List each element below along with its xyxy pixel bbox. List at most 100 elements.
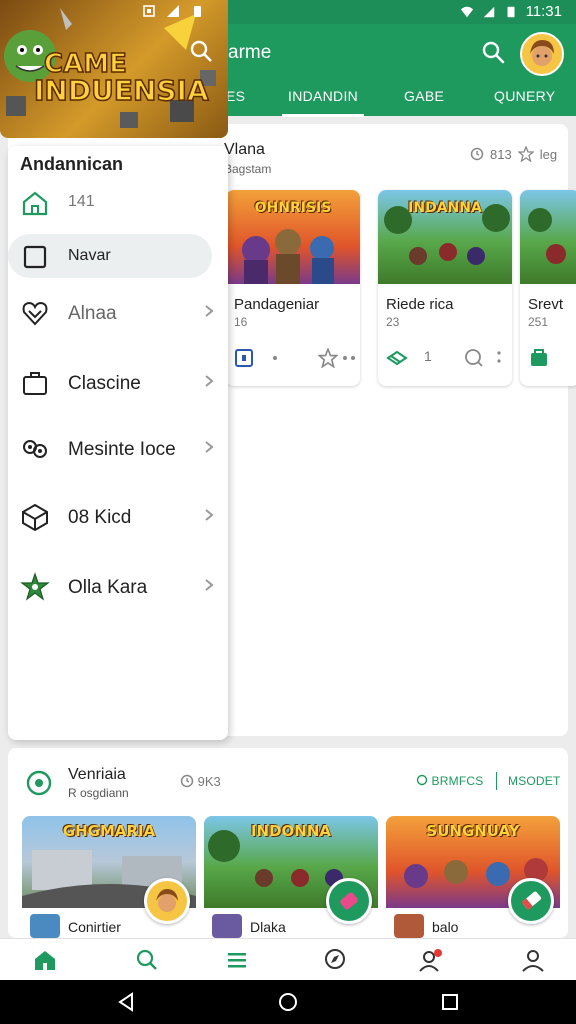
section-count: 813	[490, 146, 512, 162]
drawer-item-clascine[interactable]: Clascine	[8, 360, 228, 404]
section-tag: leg	[539, 146, 558, 162]
star-badge-icon	[20, 572, 50, 601]
game-rating-count: 16	[234, 315, 248, 329]
star-outline-icon[interactable]	[517, 146, 534, 162]
drawer-item-navar[interactable]: Navar	[8, 234, 212, 278]
lower-count-value: 9K3	[197, 774, 221, 789]
tile-avatar-button[interactable]	[144, 878, 190, 924]
game-tile[interactable]: INDONNA Dlaka	[204, 816, 378, 940]
logo-status-icons	[142, 4, 204, 18]
divider	[496, 772, 497, 790]
drawer-item-label: 141	[68, 193, 95, 210]
box-icon	[22, 503, 48, 532]
more-vertical-icon[interactable]	[496, 350, 502, 364]
game-card[interactable]: INDANNA Riede rica 23 1	[378, 190, 512, 386]
brush-icon	[340, 892, 358, 910]
search-icon[interactable]	[188, 38, 214, 64]
lower-button-1-label: BRMFCS	[431, 774, 484, 788]
lower-button-2[interactable]: MSODET	[508, 774, 561, 788]
star-outline-icon[interactable]	[318, 348, 338, 368]
back-icon[interactable]	[114, 990, 138, 1014]
more-dots-icon[interactable]	[342, 355, 356, 361]
drawer-item-label: Clascine	[68, 373, 141, 394]
drawer-item-olla-kara[interactable]: Olla Kara	[8, 564, 228, 608]
drawer-item-label: Mesinte Ioce	[68, 439, 176, 460]
home-icon	[22, 191, 48, 216]
dot-icon	[273, 356, 277, 360]
avatar-face-icon	[156, 889, 178, 912]
briefcase-icon	[23, 372, 47, 395]
bottom-navigation	[0, 938, 576, 980]
tile-name: Dlaka	[250, 919, 286, 935]
game-art-title: INDANNA	[408, 200, 482, 216]
game-card[interactable]: Srevt 251	[520, 190, 576, 386]
tile-edit-button[interactable]	[508, 878, 554, 924]
lower-button-1[interactable]: BRMFCS	[416, 774, 483, 788]
tab-indandin[interactable]: INDANDIN	[281, 88, 365, 117]
tile-brush-button[interactable]	[326, 878, 372, 924]
tab-es[interactable]: ES	[226, 88, 245, 104]
system-navigation	[0, 980, 576, 1024]
battery-icon	[507, 6, 515, 17]
home-circle-icon[interactable]	[276, 990, 300, 1014]
profile-notification-icon[interactable]	[418, 947, 444, 973]
game-art: INDANNA	[378, 190, 512, 284]
chevron-right-icon	[205, 441, 214, 453]
recents-icon[interactable]	[438, 990, 462, 1014]
tile-thumbnail	[30, 914, 60, 938]
clock-small-icon	[416, 774, 428, 786]
game-actions	[528, 346, 572, 370]
clock: 11:31	[525, 3, 562, 20]
clock-icon	[470, 147, 484, 161]
menu-list-icon[interactable]	[224, 947, 250, 973]
drawer-item-kicd[interactable]: 08 Kicd	[8, 494, 228, 538]
shopping-bag-icon[interactable]	[528, 346, 550, 368]
drawer-item-label: 08 Kicd	[68, 507, 132, 528]
compass-chat-icon[interactable]	[322, 947, 348, 973]
game-logo-banner: CAME INDUENSIA	[0, 0, 228, 138]
drawer-item-label: Alnaa	[68, 303, 117, 324]
tile-art-title: SUNGNUAY	[426, 822, 520, 840]
lower-section-count: 9K3	[180, 774, 221, 789]
game-logo-art-icon: CAME INDUENSIA	[4, 8, 216, 128]
search-icon[interactable]	[134, 947, 160, 973]
game-card[interactable]: OHNRISIS Pandageniar 16	[226, 190, 360, 386]
tile-art-title: INDONNA	[250, 822, 332, 840]
status-right: 11:31	[460, 3, 562, 20]
navigation-drawer: Andannican 141 Navar Alnaa Clascine Mesi…	[8, 146, 228, 740]
bookmark-square-icon[interactable]	[234, 348, 254, 368]
lower-section-title: Venriaia	[68, 766, 126, 783]
wifi-icon	[460, 6, 473, 17]
drawer-item-home[interactable]: 141	[8, 180, 228, 224]
drawer-title: Andannican	[20, 154, 124, 174]
signal-icon	[483, 6, 494, 17]
tab-qunery[interactable]: QUNERY	[494, 88, 555, 104]
clock-icon	[180, 774, 194, 788]
profile-avatar[interactable]	[520, 32, 564, 76]
lower-section-subtitle: R osgdiann	[68, 786, 129, 800]
game-art-title: OHNRISIS	[254, 200, 332, 216]
gear-chat-icon	[26, 770, 52, 796]
heart-icon	[22, 301, 48, 326]
tile-art-title: GHGMARIA	[62, 822, 156, 840]
game-tile[interactable]: SUNGNUAY balo	[386, 816, 560, 940]
search-icon[interactable]	[480, 39, 506, 65]
logo-text-line2: INDUENSIA	[34, 74, 209, 107]
section-title: Vlana	[224, 141, 265, 158]
chat-bubble-icon[interactable]	[464, 348, 484, 368]
tile-name: Conirtier	[68, 919, 121, 935]
tile-thumbnail	[394, 914, 424, 938]
game-tile[interactable]: GHGMARIA Conirtier	[22, 816, 196, 940]
drawer-item-alnaa[interactable]: Alnaa	[8, 290, 228, 334]
home-icon[interactable]	[32, 947, 58, 973]
battery-icon	[194, 6, 201, 17]
signal-icon	[167, 5, 179, 17]
game-actions: 1	[386, 346, 504, 370]
game-art: OHNRISIS	[226, 190, 360, 284]
app-title: arme	[228, 42, 272, 63]
drawer-item-mesinte[interactable]: Mesinte Ioce	[8, 426, 228, 470]
layers-icon[interactable]	[386, 348, 408, 368]
tab-gabe[interactable]: GABE	[404, 88, 444, 104]
account-icon[interactable]	[520, 947, 546, 973]
game-name: Srevt	[528, 296, 564, 313]
